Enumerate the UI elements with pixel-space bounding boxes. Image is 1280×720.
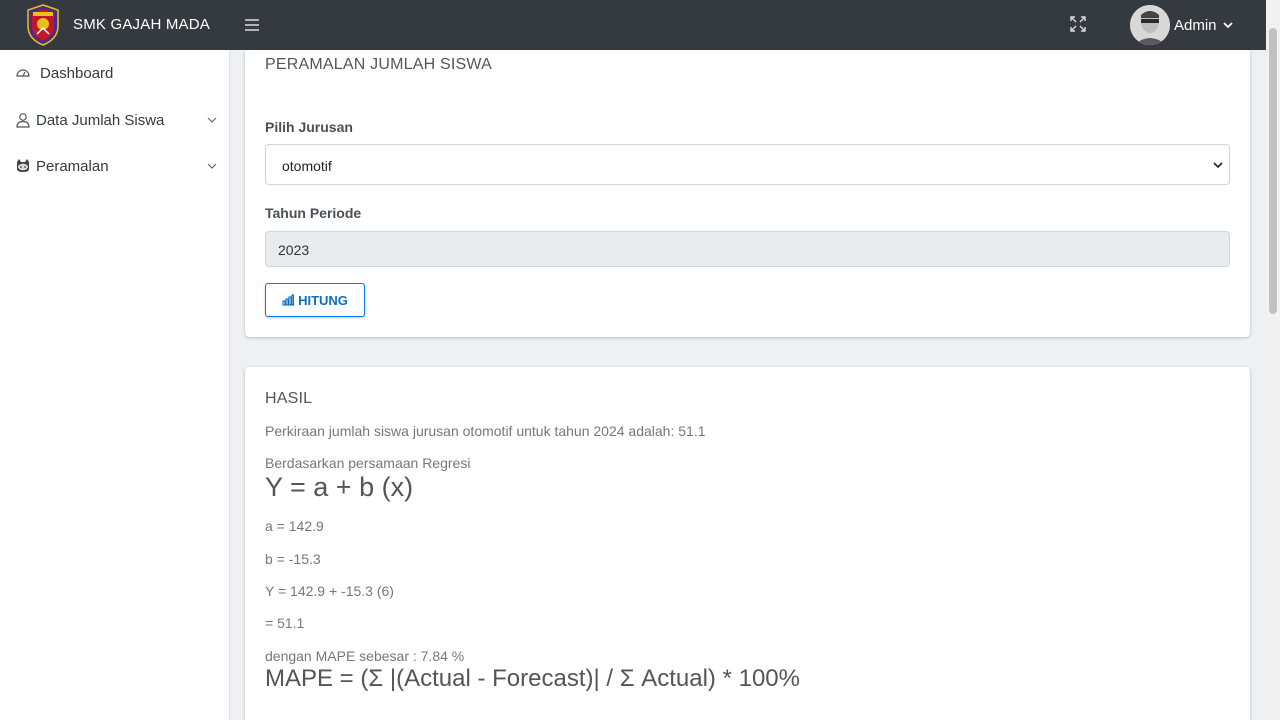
- scrollbar-thumb[interactable]: [1269, 28, 1277, 314]
- jurusan-label: Pilih Jurusan: [265, 119, 353, 135]
- page-scrollbar[interactable]: [1266, 0, 1280, 720]
- user-icon: [16, 113, 30, 128]
- y-calculation: Y = 142.9 + -15.3 (6): [265, 583, 394, 599]
- user-menu[interactable]: Admin: [1130, 5, 1233, 45]
- chevron-down-icon: [207, 117, 217, 123]
- a-value: a = 142.9: [265, 518, 324, 534]
- mape-formula: MAPE = (Σ |(Actual - Forecast)| / Σ Actu…: [265, 665, 800, 692]
- fullscreen-icon[interactable]: [1069, 15, 1087, 33]
- result-title: HASIL: [265, 390, 313, 407]
- jurusan-select-value: otomotif: [282, 158, 332, 174]
- sidebar-item-dashboard[interactable]: Dashboard: [0, 53, 230, 93]
- mape-value: dengan MAPE sebesar : 7.84 %: [265, 648, 465, 664]
- dashboard-icon: [16, 69, 30, 77]
- hamburger-icon[interactable]: [243, 16, 261, 34]
- regression-intro: Berdasarkan persamaan Regresi: [265, 455, 471, 471]
- brand-name[interactable]: SMK GAJAH MADA: [73, 16, 210, 33]
- school-logo[interactable]: [25, 4, 61, 46]
- chevron-down-icon: [1222, 22, 1233, 29]
- chevron-down-icon: [207, 163, 217, 169]
- y-result: = 51.1: [265, 615, 305, 631]
- result-card: HASIL Perkiraan jumlah siswa jurusan oto…: [245, 367, 1250, 720]
- sidebar: Dashboard Data Jumlah Siswa Peramalan: [0, 50, 230, 720]
- forecast-form-card: PERAMALAN JUMLAH SISWA Pilih Jurusan oto…: [245, 50, 1250, 337]
- tahun-periode-value: 2023: [278, 242, 310, 258]
- b-value: b = -15.3: [265, 551, 321, 567]
- top-navbar: SMK GAJAH MADA Admin: [0, 0, 1280, 50]
- sidebar-item-label: Peramalan: [36, 157, 109, 175]
- page-title: PERAMALAN JUMLAH SISWA: [265, 56, 492, 73]
- user-name: Admin: [1174, 16, 1217, 34]
- tahun-label: Tahun Periode: [265, 205, 362, 221]
- jurusan-select[interactable]: otomotif: [265, 144, 1230, 185]
- regression-equation: Y = a + b (x): [265, 472, 414, 502]
- sidebar-item-data-jumlah-siswa[interactable]: Data Jumlah Siswa: [0, 100, 230, 140]
- tahun-periode-field[interactable]: 2023: [265, 231, 1230, 267]
- forecast-summary: Perkiraan jumlah siswa jurusan otomotif …: [265, 423, 706, 439]
- chevron-down-icon: [1213, 162, 1223, 169]
- bar-chart-icon: [282, 294, 295, 306]
- sidebar-item-peramalan[interactable]: Peramalan: [0, 146, 230, 186]
- hitung-button-label: HITUNG: [298, 292, 348, 308]
- sidebar-item-label: Dashboard: [40, 64, 114, 82]
- hitung-button[interactable]: HITUNG: [265, 283, 365, 317]
- github-icon: [17, 159, 29, 172]
- sidebar-item-label: Data Jumlah Siswa: [36, 111, 165, 129]
- avatar: [1130, 5, 1170, 45]
